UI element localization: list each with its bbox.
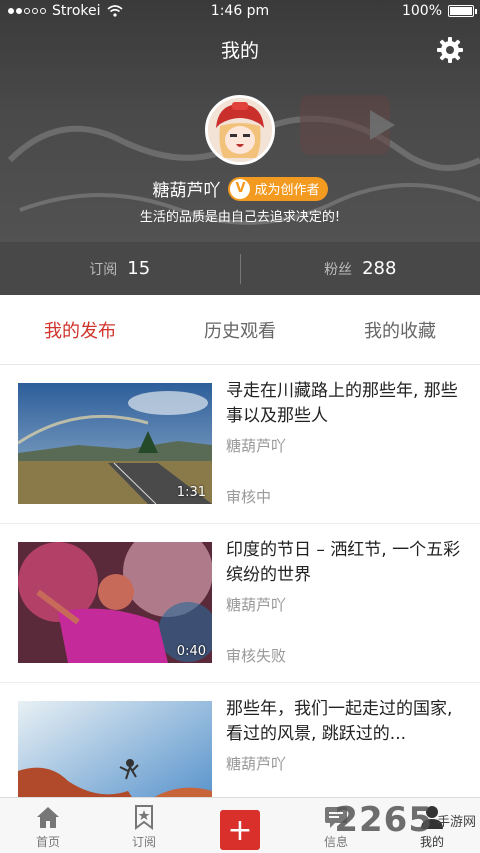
bookmark-star-icon	[135, 805, 153, 830]
nav-home[interactable]: 首页	[0, 798, 96, 853]
video-author: 糖葫芦吖	[226, 596, 287, 614]
subscribe-stat[interactable]: 订阅 15	[0, 258, 240, 279]
username: 糖葫芦吖	[152, 181, 221, 201]
tab-favorites[interactable]: 我的收藏	[320, 317, 480, 343]
user-signature: 生活的品质是由自己去追求决定的!	[139, 210, 341, 225]
video-duration: 1:31	[176, 485, 206, 500]
v-badge-icon: V	[230, 178, 251, 199]
profile-header: Strokei 1:46 pm 100% 我的 糖葫芦吖 V 成为创作者 生活的…	[0, 0, 480, 295]
review-status: 审核失败	[226, 647, 287, 665]
avatar[interactable]	[205, 95, 275, 165]
tab-my-publish[interactable]: 我的发布	[0, 317, 160, 343]
video-list: 1:31 寻走在川藏路上的那些年, 那些事以及那些人 糖葫芦吖 审核中 0:40…	[0, 365, 480, 842]
battery-percent: 100%	[401, 3, 442, 19]
fans-count: 288	[362, 258, 397, 279]
page-title: 我的	[220, 40, 259, 62]
watermark: 2265 手游网	[334, 800, 476, 840]
tab-bar: 我的发布 历史观看 我的收藏	[0, 295, 480, 365]
tab-history[interactable]: 历史观看	[160, 317, 320, 343]
video-duration: 0:40	[176, 644, 206, 659]
become-creator-button[interactable]: V 成为创作者	[228, 176, 328, 201]
add-icon[interactable]: +	[220, 810, 260, 850]
video-author: 糖葫芦吖	[226, 437, 287, 455]
home-icon	[37, 807, 59, 828]
nav-add[interactable]: +	[192, 798, 288, 853]
status-bar: Strokei 1:46 pm 100%	[0, 0, 480, 24]
battery-icon	[448, 5, 477, 17]
video-thumbnail[interactable]: 0:40	[18, 542, 212, 663]
nav-home-label: 首页	[35, 835, 60, 849]
creator-badge-label: 成为创作者	[254, 183, 320, 198]
watermark-site: 手游网	[436, 814, 476, 830]
stats-bar: 订阅 15 粉丝 288	[0, 242, 480, 295]
video-title[interactable]: 寻走在川藏路上的那些年, 那些事以及那些人	[226, 379, 466, 429]
list-item[interactable]: 0:40 印度的节日 – 洒红节, 一个五彩缤纷的世界 糖葫芦吖 审核失败	[0, 524, 480, 683]
avatar-image	[208, 98, 272, 162]
video-author: 糖葫芦吖	[226, 755, 287, 773]
subscribe-label: 订阅	[89, 261, 118, 278]
settings-gear-icon[interactable]	[436, 36, 464, 64]
fans-stat[interactable]: 粉丝 288	[241, 258, 480, 279]
nav-subscribe[interactable]: 订阅	[96, 798, 192, 853]
video-title[interactable]: 那些年，我们一起走过的国家, 看过的风景, 跳跃过的...	[226, 697, 466, 747]
fans-label: 粉丝	[324, 261, 353, 278]
nav-subscribe-label: 订阅	[131, 835, 156, 849]
video-title[interactable]: 印度的节日 – 洒红节, 一个五彩缤纷的世界	[226, 538, 466, 588]
video-thumbnail[interactable]: 1:31	[18, 383, 212, 504]
review-status: 审核中	[226, 488, 272, 506]
list-item[interactable]: 1:31 寻走在川藏路上的那些年, 那些事以及那些人 糖葫芦吖 审核中	[0, 365, 480, 524]
watermark-number: 2265	[334, 800, 433, 840]
subscribe-count: 15	[127, 258, 151, 279]
